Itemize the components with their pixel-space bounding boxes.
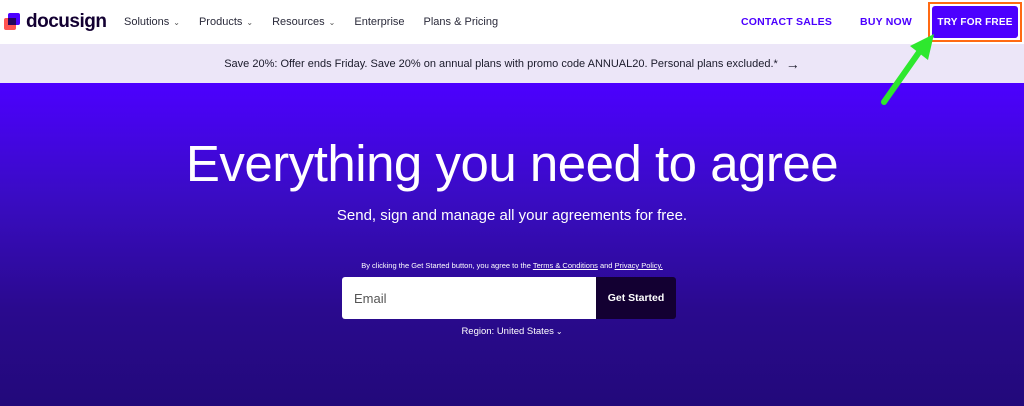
nav-resources[interactable]: Resources ⌄ xyxy=(272,16,335,28)
docusign-logo[interactable]: docusign xyxy=(4,11,107,32)
annotation-arrow-icon xyxy=(881,34,934,105)
chevron-down-icon: ⌄ xyxy=(173,17,180,27)
try-for-free-button[interactable]: TRY FOR FREE xyxy=(932,6,1018,38)
terms-prefix: By clicking the Get Started button, you … xyxy=(361,261,533,270)
nav-plans-pricing-label: Plans & Pricing xyxy=(423,16,499,28)
signup-form: Get Started xyxy=(342,277,676,319)
terms-notice: By clicking the Get Started button, you … xyxy=(0,261,1024,270)
hero-headline: Everything you need to agree xyxy=(185,135,839,192)
promo-text: Save 20%: Offer ends Friday. Save 20% on… xyxy=(224,57,778,70)
nav-solutions-label: Solutions xyxy=(124,16,170,28)
nav-products[interactable]: Products ⌄ xyxy=(199,16,253,28)
contact-sales-link[interactable]: CONTACT SALES xyxy=(741,16,832,28)
nav-products-label: Products xyxy=(198,16,243,28)
terms-and: and xyxy=(597,261,615,270)
buy-now-link[interactable]: BUY NOW xyxy=(860,16,912,28)
email-input[interactable] xyxy=(342,277,596,319)
chevron-down-icon: ⌄ xyxy=(328,17,336,27)
get-started-button[interactable]: Get Started xyxy=(596,277,676,319)
nav-plans-pricing[interactable]: Plans & Pricing xyxy=(424,16,499,28)
region-label: Region: United States xyxy=(461,326,554,337)
nav-resources-label: Resources xyxy=(272,16,325,28)
nav-enterprise[interactable]: Enterprise xyxy=(354,16,404,28)
nav-links: Solutions ⌄ Products ⌄ Resources ⌄ Enter… xyxy=(124,0,517,44)
nav-solutions[interactable]: Solutions ⌄ xyxy=(124,16,180,28)
region-selector[interactable]: Region: United States ⌄ xyxy=(0,326,1024,337)
nav-enterprise-label: Enterprise xyxy=(354,16,405,28)
hero-subheadline: Send, sign and manage all your agreement… xyxy=(336,207,688,224)
docusign-logo-icon xyxy=(4,13,22,31)
terms-link[interactable]: Terms & Conditions xyxy=(533,261,598,270)
logo-text: docusign xyxy=(26,11,107,32)
chevron-down-icon: ⌄ xyxy=(555,327,563,336)
arrow-right-icon[interactable]: → xyxy=(786,56,800,72)
privacy-link[interactable]: Privacy Policy. xyxy=(615,261,663,270)
chevron-down-icon: ⌄ xyxy=(246,17,254,27)
try-for-free-highlight: TRY FOR FREE xyxy=(928,2,1022,42)
hero-section: Everything you need to agree Send, sign … xyxy=(0,83,1024,406)
